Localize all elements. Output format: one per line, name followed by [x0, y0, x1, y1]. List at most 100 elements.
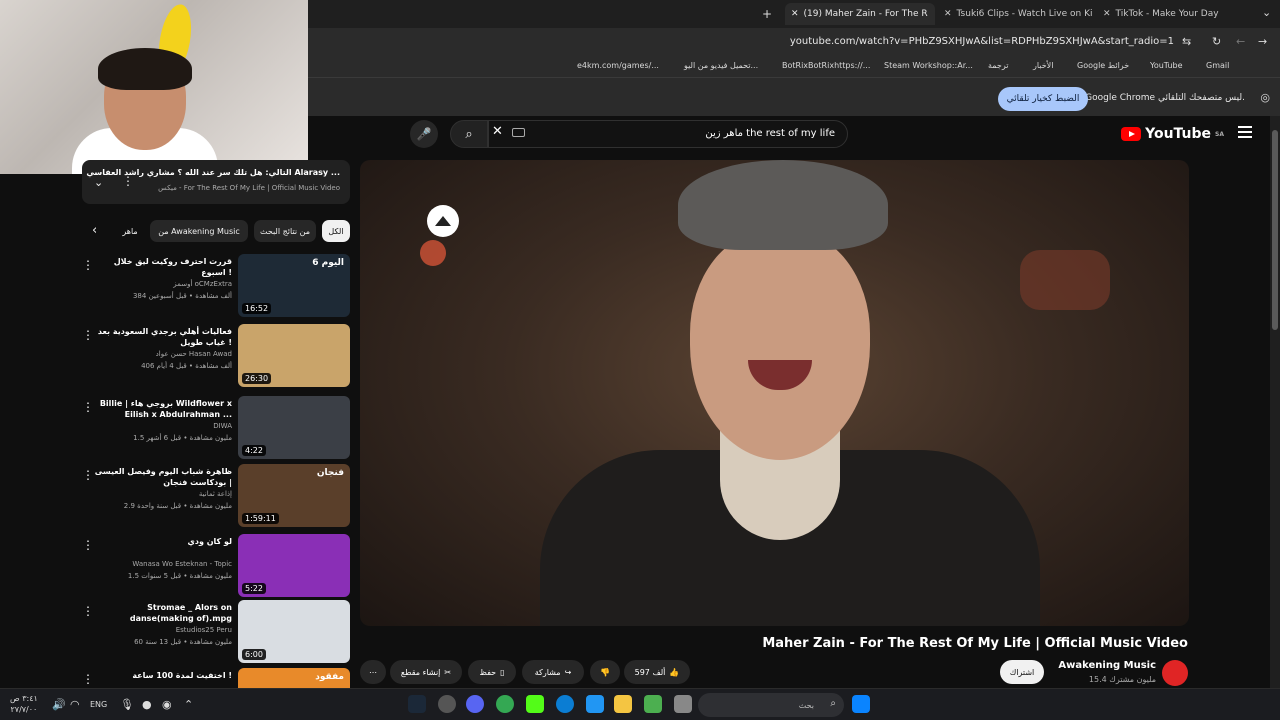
kebab-menu-icon[interactable]: ⋮ [82, 468, 94, 482]
more-actions-button[interactable]: ⋯ [360, 660, 386, 684]
recommendation-item[interactable]: 6:00 Stromae _ Alors on danse(making of).… [78, 600, 350, 664]
chevron-left-icon[interactable]: ‹ [92, 223, 97, 238]
like-button[interactable]: 597 ألف 👍 [624, 660, 690, 684]
bookmark[interactable]: الأخبار [1033, 61, 1053, 70]
video-player[interactable] [360, 160, 1189, 626]
bookmark[interactable]: تحميل فيديو من اليو... [684, 61, 758, 70]
channel-name[interactable]: إذاعة ثمانية [199, 490, 232, 498]
recommendation-item[interactable]: فنجان 1:59:11 ظاهرة شباب اليوم وفيصل العيس… [78, 464, 350, 528]
app-icon[interactable] [644, 695, 662, 713]
url-text[interactable]: youtube.com/watch?v=PHbZ9SXHJwA&list=RDP… [790, 36, 1174, 47]
tray-app-icon[interactable]: ◉ [162, 698, 172, 711]
new-tab-button[interactable]: + [762, 7, 772, 21]
chip-maher[interactable]: ماهر [116, 220, 144, 242]
language-indicator[interactable]: ENG [90, 700, 107, 709]
kebab-menu-icon[interactable]: ⋮ [82, 258, 94, 272]
video-title[interactable]: Billie | بروجي هاء Wildflower x Eilish x… [92, 398, 232, 420]
close-icon[interactable]: ✕ [791, 9, 799, 19]
recommendation-item[interactable]: 4:22 Billie | بروجي هاء Wildflower x Eili… [78, 396, 350, 460]
windows-start-icon[interactable] [852, 695, 870, 713]
subscribe-button[interactable]: اشتراك [1000, 660, 1044, 684]
recommendation-item[interactable]: 5:22 لو كان ودي Wanasa Wo Esteknan - Topic… [78, 534, 350, 598]
kebab-menu-icon[interactable]: ⋮ [82, 400, 94, 414]
channel-name[interactable]: Awakening Music [1058, 660, 1156, 671]
kebab-menu-icon[interactable]: ⋮ [122, 174, 134, 188]
volume-icon[interactable]: 🔊 [52, 698, 66, 711]
video-thumbnail[interactable]: 6:00 [238, 600, 350, 663]
file-explorer-icon[interactable] [614, 695, 632, 713]
set-default-button[interactable]: الضبط كخيار تلقائي [998, 87, 1088, 111]
search-icon[interactable]: ⌕ [450, 120, 488, 148]
video-thumbnail[interactable]: فنجان 1:59:11 [238, 464, 350, 527]
close-icon[interactable]: ✕ [944, 9, 952, 19]
tray-app-icon[interactable]: ● [142, 698, 152, 711]
video-title[interactable]: فعاليات أهلي برجدي السعودية بعد غياب طوي… [92, 326, 232, 348]
kick-icon[interactable] [526, 695, 544, 713]
chip-search-results[interactable]: من نتائج البحث [254, 220, 316, 242]
channel-name[interactable]: حسن عواد Hasan Awad [156, 350, 232, 358]
video-thumbnail[interactable]: اليوم 6 16:52 [238, 254, 350, 317]
channel-name[interactable]: Wanasa Wo Esteknan - Topic [132, 560, 232, 568]
reload-icon[interactable]: ↻ [1212, 35, 1221, 48]
close-icon[interactable]: ✕ [1103, 9, 1111, 19]
video-title[interactable]: قررت احترف روكيت ليق خلال اسبوع ! [92, 256, 232, 278]
tab-tsuki[interactable]: ✕ Tsuki6 Clips - Watch Live on Ki [944, 3, 1092, 25]
kebab-menu-icon[interactable]: ⋮ [82, 538, 94, 552]
youtube-logo[interactable]: YouTube SA [1121, 126, 1224, 142]
chevron-down-icon[interactable]: ⌄ [94, 176, 103, 189]
dislike-button[interactable]: 👎 [590, 660, 620, 684]
share-button[interactable]: مشاركة ↪ [522, 660, 584, 684]
bookmark[interactable]: ترجمة [988, 61, 1009, 70]
video-title[interactable]: Stromae _ Alors on danse(making of).mpg [92, 602, 232, 624]
recommendation-item[interactable]: اليوم 6 16:52 قررت احترف روكيت ليق خلال اس… [78, 254, 350, 318]
scrollbar-thumb[interactable] [1272, 130, 1278, 330]
bookmark[interactable]: YouTube [1150, 61, 1183, 70]
microphone-icon[interactable]: 🎙 [120, 698, 134, 711]
keyboard-icon[interactable] [512, 128, 525, 137]
video-thumbnail[interactable]: 26:30 [238, 324, 350, 387]
bookmark[interactable]: BotRixBotRixhttps://... [782, 61, 870, 70]
back-icon[interactable]: → [1258, 35, 1267, 48]
hamburger-menu-icon[interactable] [1238, 126, 1252, 140]
clip-button[interactable]: إنشاء مقطع ✂ [390, 660, 462, 684]
app-icon[interactable] [674, 695, 692, 713]
clear-search-icon[interactable]: ✕ [492, 124, 503, 139]
bookmark[interactable]: Steam Workshop::Ar... [884, 61, 973, 70]
video-thumbnail[interactable]: 5:22 [238, 534, 350, 597]
edge-icon[interactable] [556, 695, 574, 713]
customize-icon[interactable]: ⇆ [1182, 35, 1191, 48]
chevron-up-icon[interactable]: ⌃ [184, 698, 193, 711]
tab-youtube[interactable]: ✕ (19) Maher Zain - For The R [785, 3, 935, 25]
discord-icon[interactable] [466, 695, 484, 713]
video-title[interactable]: ظاهرة شباب اليوم وفيصل العيسى | بودكاست … [92, 466, 232, 488]
chrome-icon[interactable] [496, 695, 514, 713]
tab-tiktok[interactable]: ✕ TikTok - Make Your Day [1103, 3, 1253, 25]
video-title[interactable]: لو كان ودي [92, 536, 232, 547]
bookmark[interactable]: Gmail [1206, 61, 1229, 70]
chip-all[interactable]: الكل [322, 220, 350, 242]
channel-avatar[interactable] [1162, 660, 1188, 686]
app-icon[interactable] [586, 695, 604, 713]
search-input[interactable]: ماهر زين the rest of my life [488, 120, 848, 148]
save-button[interactable]: حفظ ▯ [468, 660, 516, 684]
kebab-menu-icon[interactable]: ⋮ [82, 604, 94, 618]
settings-icon[interactable] [438, 695, 456, 713]
clock[interactable]: ٣:٤١ ص ٢٧/٧/٠٠ [10, 693, 38, 715]
channel-name[interactable]: Estudios25 Peru [176, 626, 232, 634]
recommendation-item[interactable]: 26:30 فعاليات أهلي برجدي السعودية بعد غيا… [78, 324, 350, 388]
chevron-down-icon[interactable]: ⌄ [1262, 6, 1271, 19]
steam-icon[interactable] [408, 695, 426, 713]
bookmark[interactable]: e4km.com/games/... [577, 61, 659, 70]
kebab-menu-icon[interactable]: ⋮ [82, 672, 94, 686]
channel-name[interactable]: DIWA [213, 422, 232, 430]
forward-icon[interactable]: ← [1236, 35, 1245, 48]
voice-search-icon[interactable]: 🎤 [410, 120, 438, 148]
video-title[interactable]: اختفيت لمدة 100 ساعة ! [92, 670, 232, 681]
up-next-box[interactable]: التالي: هل تلك سر عند الله ؟ مشاري راشد … [82, 160, 350, 204]
channel-watermark-icon[interactable] [408, 204, 478, 238]
video-thumbnail[interactable]: 4:22 [238, 396, 350, 459]
bookmark[interactable]: Google خرائط [1077, 61, 1129, 70]
taskbar-search[interactable]: بحث ⌕ [698, 693, 844, 717]
channel-name[interactable]: أوسمز oCMzExtra [173, 280, 232, 288]
kebab-menu-icon[interactable]: ⋮ [82, 328, 94, 342]
